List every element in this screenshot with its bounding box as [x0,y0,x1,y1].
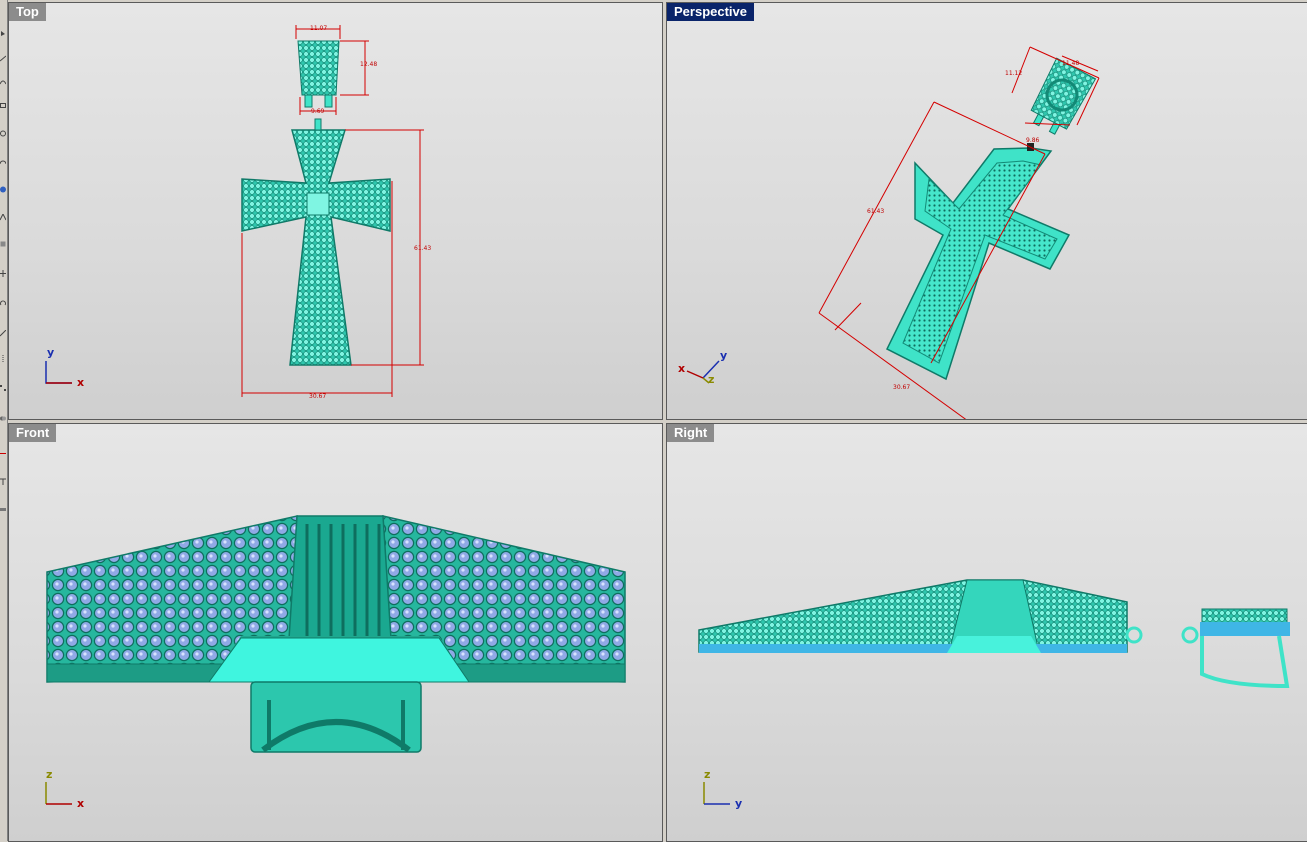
axis-indicator-icon [45,361,72,384]
boolean-tool-icon[interactable] [0,415,6,422]
rotate-tool-icon[interactable] [0,300,6,307]
axis-label-y: y [735,797,742,810]
axis-label-y: y [720,349,727,362]
viewport-label-front[interactable]: Front [9,424,57,442]
box-tool-icon[interactable] [0,240,6,247]
arc-tool-icon[interactable] [0,158,6,165]
dimension-label: 12.48 [360,61,377,68]
viewport-label-top[interactable]: Top [9,3,46,21]
viewport-label-perspective[interactable]: Perspective [667,3,754,21]
axis-label-y: y [47,346,54,359]
perspective-view-model: 11.12 11.48 9.86 61.43 30.67 y x z [678,46,1100,419]
move-tool-icon[interactable] [0,270,6,277]
dimension-label: 30.67 [309,393,326,400]
axis-label-z: z [46,768,52,781]
circle-tool-icon[interactable] [0,130,6,137]
scale-tool-icon[interactable] [0,330,6,337]
axis-label-x: x [77,376,84,389]
axis-indicator-icon [703,782,730,805]
axis-label-z: z [704,768,710,781]
dimension-label: 11.48 [1062,60,1079,67]
dimension-label: 61.43 [867,208,884,215]
extrude-tool-icon[interactable] [0,214,6,221]
top-view-model: 11.07 12.48 9.69 61.43 30.67 y x [45,25,431,400]
axis-label-z: z [708,373,714,386]
dimension-label: 9.86 [1026,137,1040,144]
axis-label-x: x [77,797,84,810]
select-tool-icon[interactable] [0,30,6,37]
text-tool-icon[interactable] [0,478,6,485]
viewport-right[interactable]: Right z y [666,423,1307,842]
array-tool-icon[interactable] [0,385,6,392]
dimension-label: 9.69 [311,108,325,115]
viewport-perspective[interactable]: Perspective 11.12 11.48 9.86 61.43 30.67 [666,2,1307,420]
dimension-label: 11.12 [1005,70,1022,77]
axis-label-x: x [678,362,685,375]
dimension-label: 11.07 [310,25,327,32]
sphere-tool-icon[interactable] [0,186,6,193]
axis-indicator-icon [45,782,72,805]
line-tool-icon[interactable] [0,55,6,62]
mirror-tool-icon[interactable] [0,355,6,362]
right-view-model: z y [698,579,1290,810]
left-toolbar [0,0,8,841]
front-view-model: z x [45,515,626,810]
layer-tool-icon[interactable] [0,506,6,513]
viewport-front[interactable]: Front z x [8,423,663,842]
viewport-label-right[interactable]: Right [667,424,715,442]
viewport-top[interactable]: Top 11.07 12.48 9.69 61.43 30.67 y x [8,2,663,420]
rectangle-tool-icon[interactable] [0,102,6,109]
dimension-tool-icon[interactable] [0,450,6,457]
dimension-label: 30.67 [893,384,910,391]
dimension-label: 61.43 [414,245,431,252]
curve-tool-icon[interactable] [0,78,6,85]
